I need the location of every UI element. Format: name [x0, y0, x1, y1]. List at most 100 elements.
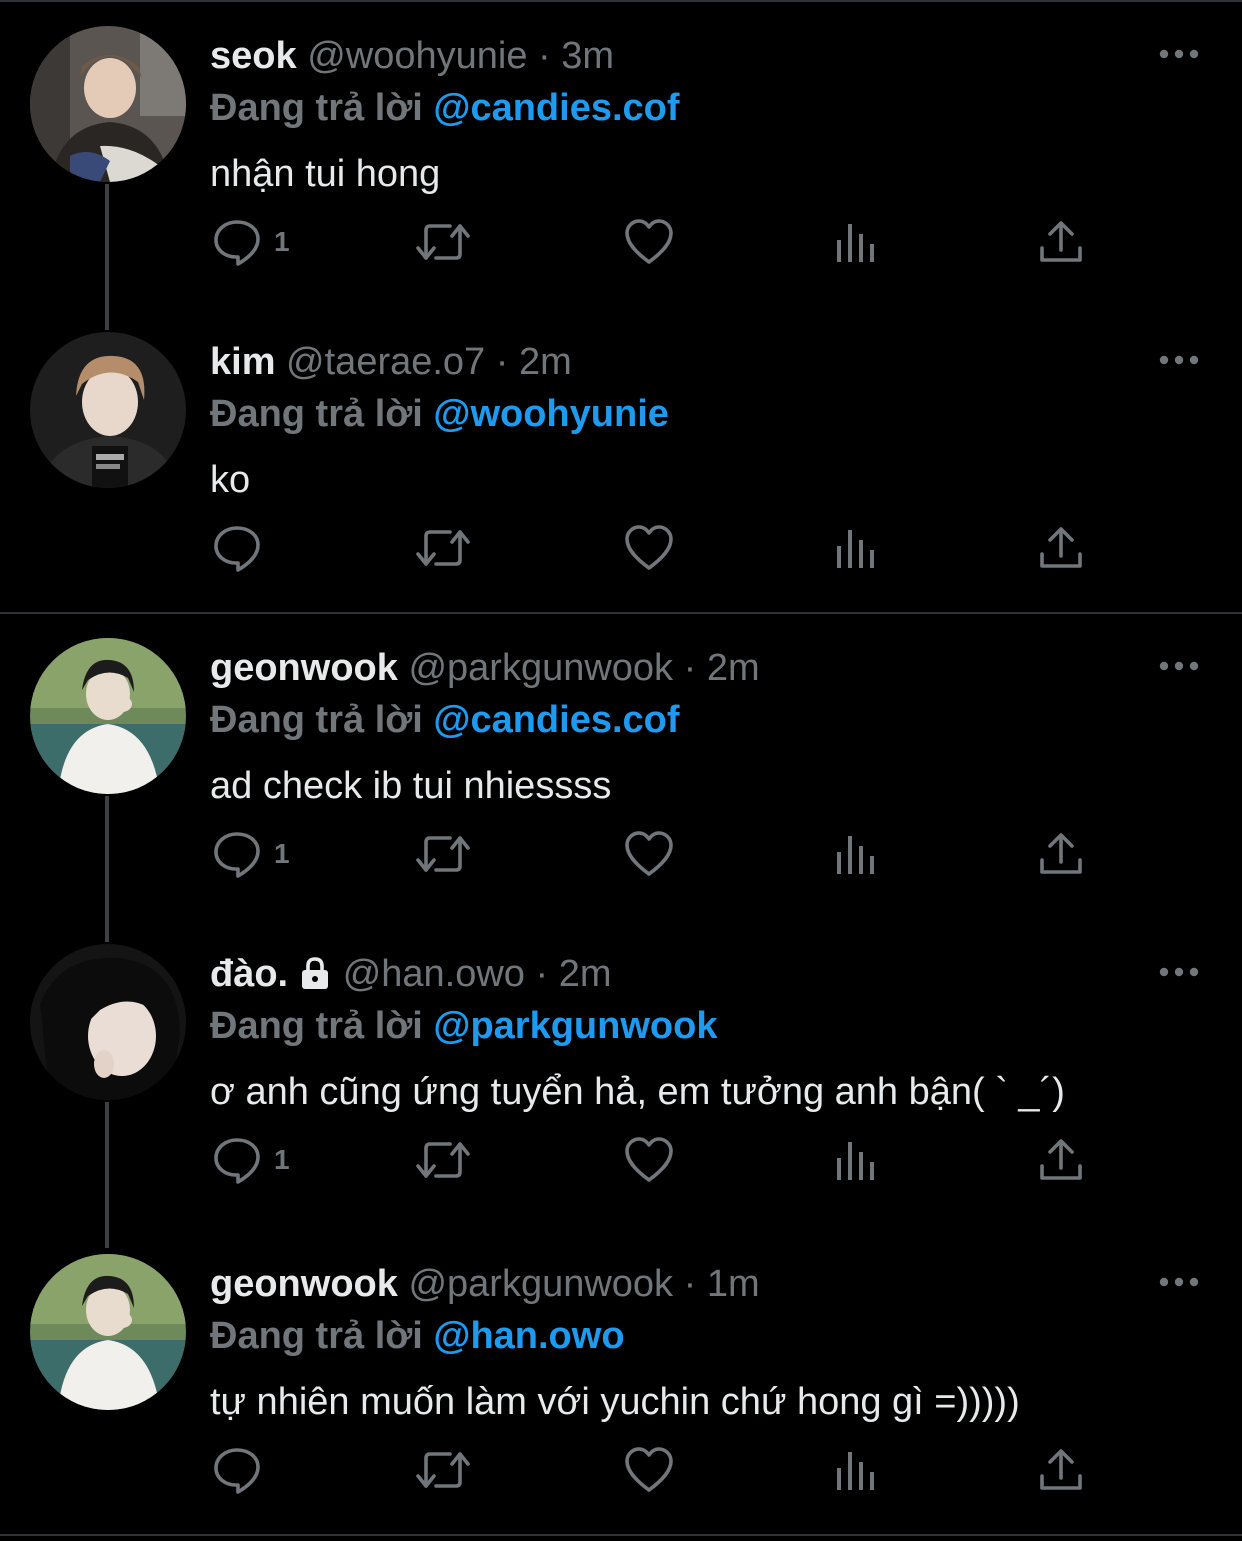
like-button[interactable]: [624, 1438, 674, 1502]
analytics-button[interactable]: [834, 210, 878, 274]
retweet-button[interactable]: [414, 1128, 472, 1192]
replying-to: Đang trả lời @candies.cof: [210, 80, 680, 136]
analytics-icon: [834, 1136, 878, 1184]
reply-icon: [212, 830, 262, 878]
timestamp[interactable]: 2m: [519, 341, 572, 383]
retweet-icon: [414, 524, 472, 572]
analytics-icon: [834, 1446, 878, 1494]
reply-count: 1: [274, 838, 290, 869]
more-dots-icon[interactable]: [1158, 44, 1200, 64]
share-button[interactable]: [1038, 822, 1084, 886]
replying-to-label: Đang trả lời: [210, 1315, 423, 1357]
reply-icon: [212, 1136, 262, 1184]
user-handle[interactable]: @woohyunie: [307, 35, 527, 77]
avatar[interactable]: [30, 26, 186, 182]
tweet[interactable]: kim @taerae.o7 · 2m Đang trả lời @woohyu…: [0, 306, 1242, 612]
timestamp[interactable]: 1m: [707, 1263, 760, 1305]
more-dots-icon[interactable]: [1158, 350, 1200, 370]
reply-button[interactable]: [212, 1438, 274, 1502]
heart-icon: [624, 1136, 674, 1184]
reply-count: 1: [274, 226, 290, 257]
action-bar: 1: [0, 822, 1242, 886]
analytics-button[interactable]: [834, 822, 878, 886]
share-button[interactable]: [1038, 210, 1084, 274]
reply-button[interactable]: 1: [212, 1128, 290, 1192]
user-handle[interactable]: @taerae.o7: [286, 341, 485, 383]
mention-link[interactable]: @candies.cof: [433, 699, 679, 741]
display-name[interactable]: kim: [210, 341, 275, 383]
avatar[interactable]: [30, 332, 186, 488]
display-name[interactable]: geonwook: [210, 647, 398, 689]
replying-to: Đang trả lời @han.owo: [210, 1308, 625, 1364]
tweet-text: ko: [210, 459, 251, 501]
tweet-header: đào. @han.owo · 2m: [210, 946, 612, 1006]
tweet-header: geonwook @parkgunwook · 1m: [210, 1256, 760, 1312]
like-button[interactable]: [624, 822, 674, 886]
reply-button[interactable]: 1: [212, 210, 290, 274]
mention-link[interactable]: @candies.cof: [433, 87, 679, 129]
replying-to: Đang trả lời @woohyunie: [210, 386, 669, 442]
user-handle[interactable]: @han.owo: [343, 953, 525, 995]
analytics-button[interactable]: [834, 516, 878, 580]
tweet[interactable]: geonwook @parkgunwook · 2m Đang trả lời …: [0, 612, 1242, 942]
more-dots-icon[interactable]: [1158, 962, 1200, 982]
like-button[interactable]: [624, 210, 674, 274]
tweet[interactable]: đào. @han.owo · 2m Đang trả lời @parkgun…: [0, 918, 1242, 1248]
replying-to-label: Đang trả lời: [210, 699, 423, 741]
display-name[interactable]: seok: [210, 35, 297, 77]
tweet-header: geonwook @parkgunwook · 2m: [210, 640, 760, 696]
analytics-button[interactable]: [834, 1128, 878, 1192]
reply-icon: [212, 524, 262, 572]
timestamp[interactable]: 3m: [561, 35, 614, 77]
display-name[interactable]: đào.: [210, 953, 288, 995]
replying-to: Đang trả lời @candies.cof: [210, 692, 680, 748]
reply-count: 1: [274, 1144, 290, 1175]
share-button[interactable]: [1038, 1438, 1084, 1502]
avatar[interactable]: [30, 638, 186, 794]
retweet-button[interactable]: [414, 210, 472, 274]
tweet[interactable]: seok @woohyunie · 3m Đang trả lời @candi…: [0, 0, 1242, 330]
like-button[interactable]: [624, 1128, 674, 1192]
user-handle[interactable]: @parkgunwook: [408, 1263, 673, 1305]
replying-to-label: Đang trả lời: [210, 393, 423, 435]
action-bar: [0, 516, 1242, 580]
tweet[interactable]: geonwook @parkgunwook · 1m Đang trả lời …: [0, 1228, 1242, 1534]
timestamp[interactable]: 2m: [559, 953, 612, 995]
share-icon: [1038, 830, 1084, 878]
heart-icon: [624, 218, 674, 266]
more-dots-icon[interactable]: [1158, 656, 1200, 676]
timestamp[interactable]: 2m: [707, 647, 760, 689]
heart-icon: [624, 1446, 674, 1494]
retweet-button[interactable]: [414, 516, 472, 580]
tweet-text: nhận tui hong: [210, 153, 441, 195]
retweet-button[interactable]: [414, 822, 472, 886]
tweet-header: seok @woohyunie · 3m: [210, 28, 614, 84]
tweet-text: ơ anh cũng ứng tuyển hả, em tưởng anh bậ…: [210, 1071, 1065, 1113]
share-button[interactable]: [1038, 516, 1084, 580]
mention-link[interactable]: @han.owo: [433, 1315, 624, 1357]
display-name[interactable]: geonwook: [210, 1263, 398, 1305]
share-button[interactable]: [1038, 1128, 1084, 1192]
mention-link[interactable]: @parkgunwook: [433, 1005, 717, 1047]
retweet-icon: [414, 1446, 472, 1494]
reply-button[interactable]: 1: [212, 822, 290, 886]
retweet-icon: [414, 1136, 472, 1184]
mention-link[interactable]: @woohyunie: [433, 393, 669, 435]
user-handle[interactable]: @parkgunwook: [408, 647, 673, 689]
avatar[interactable]: [30, 1254, 186, 1410]
like-button[interactable]: [624, 516, 674, 580]
avatar[interactable]: [30, 944, 186, 1100]
replying-to-label: Đang trả lời: [210, 1005, 423, 1047]
analytics-icon: [834, 218, 878, 266]
reply-button[interactable]: [212, 516, 274, 580]
replying-to: Đang trả lời @parkgunwook: [210, 998, 717, 1054]
replying-to-label: Đang trả lời: [210, 87, 423, 129]
separator-dot: ·: [683, 1263, 697, 1305]
analytics-icon: [834, 524, 878, 572]
heart-icon: [624, 830, 674, 878]
retweet-icon: [414, 218, 472, 266]
analytics-button[interactable]: [834, 1438, 878, 1502]
retweet-button[interactable]: [414, 1438, 472, 1502]
more-dots-icon[interactable]: [1158, 1272, 1200, 1292]
tweet-text: ad check ib tui nhiessss: [210, 765, 612, 807]
